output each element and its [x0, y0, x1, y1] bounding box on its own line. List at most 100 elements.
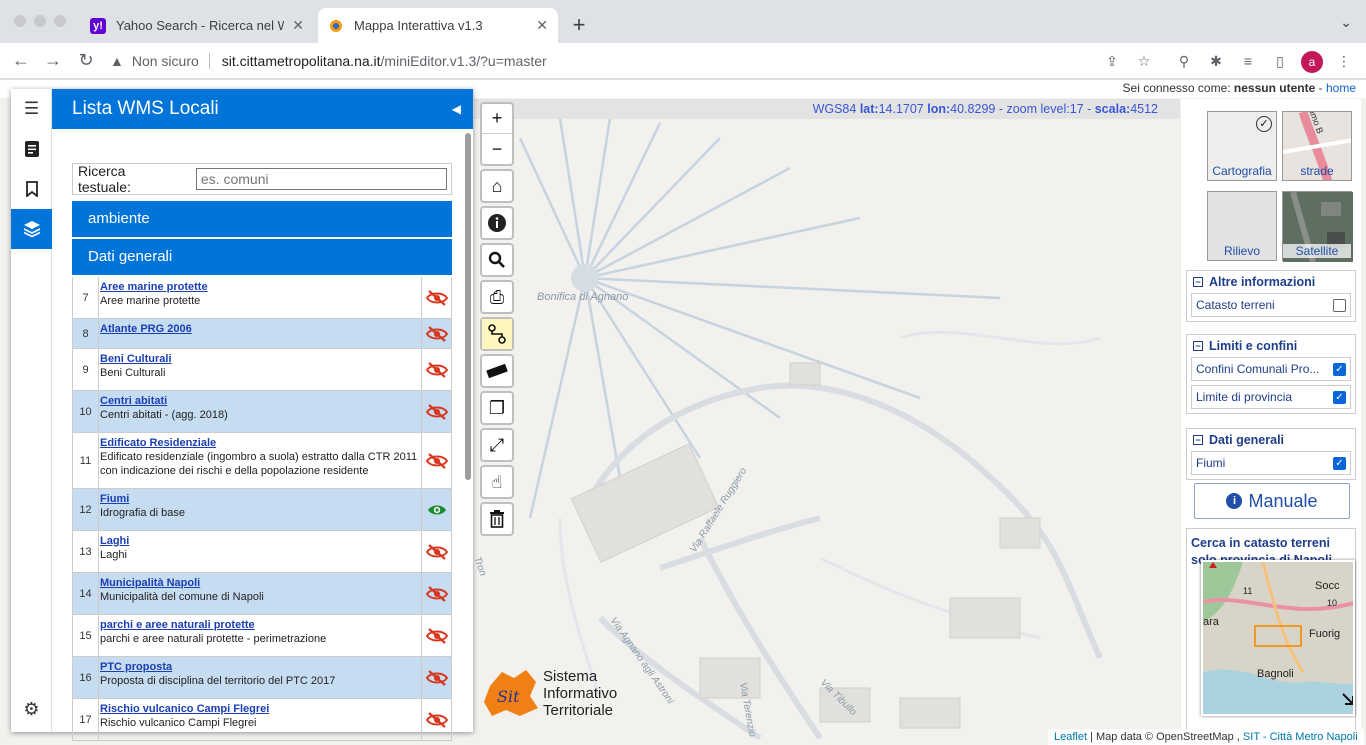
browser-toolbar: ← → ↻ ▲ Non sicuro sit.cittametropolitan…: [0, 43, 1366, 79]
group-dati-generali[interactable]: Dati generali: [72, 239, 452, 275]
basemap-satellite[interactable]: Satellite: [1282, 191, 1353, 262]
tab-title: Yahoo Search - Ricerca nel We: [116, 18, 285, 33]
group-ambiente[interactable]: ambiente: [72, 201, 452, 237]
eye-slash-icon[interactable]: [421, 349, 451, 390]
trash-icon[interactable]: [482, 504, 512, 534]
bookmark-icon[interactable]: [11, 169, 52, 209]
eye-slash-icon[interactable]: [421, 277, 451, 318]
menu-icon[interactable]: ☰: [11, 89, 52, 129]
minimize-window-button[interactable]: [34, 15, 46, 27]
layer-description: Proposta di disciplina del territorio de…: [100, 675, 336, 687]
legend-checkbox[interactable]: ✓: [1333, 456, 1346, 470]
eye-slash-icon[interactable]: [421, 319, 451, 348]
layer-name-link[interactable]: Atlante PRG 2006: [100, 322, 419, 336]
new-tab-button[interactable]: +: [568, 12, 590, 38]
eye-slash-icon[interactable]: [421, 699, 451, 740]
layer-name-link[interactable]: Municipalità Napoli: [100, 576, 419, 590]
browser-tab-mappa[interactable]: Mappa Interattiva v1.3 ✕: [318, 8, 558, 43]
layer-name-link[interactable]: Edificato Residenziale: [100, 436, 419, 450]
tab-search-icon[interactable]: ⌄: [1340, 14, 1352, 31]
extensions-icon[interactable]: ✱: [1207, 52, 1225, 70]
user-separator: -: [1318, 81, 1323, 95]
close-tab-icon[interactable]: ✕: [292, 17, 304, 34]
legend-group-header[interactable]: − Altre informazioni: [1187, 271, 1355, 293]
address-bar[interactable]: ▲ Non sicuro sit.cittametropolitana.na.i…: [110, 46, 1165, 76]
home-icon[interactable]: ⌂: [482, 171, 512, 201]
legend-checkbox[interactable]: ✓: [1333, 362, 1346, 376]
security-label[interactable]: Non sicuro: [132, 53, 199, 69]
user-prefix: Sei connesso come:: [1122, 81, 1231, 95]
search-input[interactable]: [195, 168, 447, 190]
search-icon[interactable]: [482, 245, 512, 275]
eye-slash-icon[interactable]: [421, 433, 451, 488]
layer-number: 9: [73, 349, 99, 390]
info-icon[interactable]: [482, 208, 512, 238]
sit-link[interactable]: SIT - Città Metro Napoli: [1243, 731, 1358, 743]
eye-slash-icon[interactable]: [421, 391, 451, 432]
layer-number: 8: [73, 319, 99, 348]
document-icon[interactable]: [11, 129, 52, 169]
legend-group-header[interactable]: − Dati generali: [1187, 429, 1355, 451]
basemap-rilievo[interactable]: Rilievo: [1207, 191, 1277, 261]
zoom-icon[interactable]: ⚲: [1175, 52, 1193, 70]
eye-slash-icon[interactable]: [421, 573, 451, 614]
leaflet-link[interactable]: Leaflet: [1054, 731, 1087, 743]
side-panel-icon[interactable]: ▯: [1271, 52, 1289, 70]
zoom-out-button[interactable]: −: [482, 134, 512, 164]
legend-group: − Limiti e confini Confini Comunali Pro...…: [1186, 334, 1356, 414]
layers-copy-icon[interactable]: ❐: [482, 393, 512, 423]
layer-name-link[interactable]: Fiumi: [100, 492, 419, 506]
settings-gear-icon[interactable]: ⚙: [11, 694, 52, 724]
eye-slash-icon[interactable]: [421, 531, 451, 572]
layer-name-link[interactable]: Centri abitati: [100, 394, 419, 408]
minimap-label: Bagnoli: [1257, 668, 1294, 680]
layer-name-link[interactable]: Aree marine protette: [100, 280, 419, 294]
coordinates-bar: WGS84 lat:14.1707 lon:40.8299 - zoom lev…: [474, 99, 1180, 119]
fullscreen-icon[interactable]: ⤢: [482, 430, 512, 460]
layer-name-link[interactable]: parchi e aree naturali protette: [100, 618, 419, 632]
basemap-strade[interactable]: amo B strade: [1282, 111, 1352, 181]
browser-menu-icon[interactable]: ⋮: [1335, 52, 1353, 70]
home-link[interactable]: home: [1326, 81, 1356, 95]
layer-row: 14 Municipalità Napoli Municipalità del co…: [73, 573, 452, 615]
route-icon[interactable]: [482, 319, 512, 349]
eye-slash-icon[interactable]: [421, 615, 451, 656]
zoom-in-button[interactable]: +: [482, 104, 512, 134]
legend-checkbox[interactable]: [1333, 298, 1346, 312]
sidebar-scrollbar[interactable]: [465, 133, 471, 480]
layers-icon[interactable]: [11, 209, 52, 249]
reload-icon[interactable]: ↻: [75, 50, 97, 71]
sidebar-title: Lista WMS Locali: [72, 98, 219, 119]
browser-tab-yahoo[interactable]: y! Yahoo Search - Ricerca nel We ✕: [80, 8, 314, 43]
eye-slash-icon[interactable]: [421, 657, 451, 698]
layer-description: Centri abitati - (agg. 2018): [100, 409, 228, 421]
layer-name-link[interactable]: Beni Culturali: [100, 352, 419, 366]
layer-number: 10: [73, 391, 99, 432]
profile-avatar[interactable]: a: [1301, 51, 1323, 73]
layer-name-link[interactable]: Rischio vulcanico Campi Flegrei: [100, 702, 419, 716]
map-attribution: Leaflet | Map data © OpenStreetMap , SIT…: [1048, 729, 1364, 745]
layer-text: Edificato Residenziale Edificato residenz…: [99, 433, 421, 488]
collapse-left-icon[interactable]: ◀: [452, 89, 461, 129]
legend-group-header[interactable]: − Limiti e confini: [1187, 335, 1355, 357]
close-window-button[interactable]: [14, 15, 26, 27]
basemap-cartografia[interactable]: ✓ Cartografia: [1207, 111, 1277, 181]
layer-row: 17 Rischio vulcanico Campi Flegrei Rischio…: [73, 699, 452, 741]
layer-description: Idrografia di base: [100, 507, 185, 519]
back-icon[interactable]: ←: [10, 50, 32, 71]
minimap[interactable]: Socc Fuorig Bagnoli ara 11 10: [1201, 560, 1355, 716]
hand-pointer-icon[interactable]: ☝: [482, 467, 512, 497]
layer-name-link[interactable]: Laghi: [100, 534, 419, 548]
bookmark-star-icon[interactable]: ☆: [1135, 52, 1153, 70]
share-icon[interactable]: ⇪: [1103, 52, 1121, 70]
forward-icon[interactable]: →: [42, 50, 64, 71]
close-tab-icon[interactable]: ✕: [536, 17, 548, 34]
manuale-button[interactable]: i Manuale: [1194, 483, 1350, 519]
print-icon[interactable]: ⎙: [482, 282, 512, 312]
maximize-window-button[interactable]: [54, 15, 66, 27]
ruler-icon[interactable]: [482, 356, 512, 386]
layer-name-link[interactable]: PTC proposta: [100, 660, 419, 674]
legend-checkbox[interactable]: ✓: [1333, 390, 1346, 404]
eye-icon[interactable]: [421, 489, 451, 530]
reading-list-icon[interactable]: ≡: [1239, 52, 1257, 70]
